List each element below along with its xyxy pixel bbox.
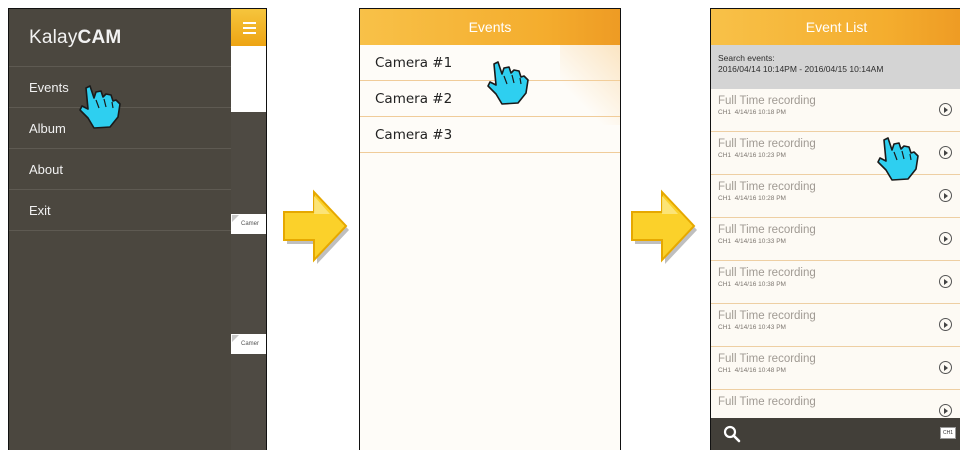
pointer-hand-icon xyxy=(79,85,121,129)
event-time: 4/14/16 10:33 PM xyxy=(734,238,786,245)
channel-label: CH1 xyxy=(942,430,953,436)
camera-preview xyxy=(231,354,266,450)
camera-item-3[interactable]: Camera #3 xyxy=(360,117,620,153)
play-circle-icon[interactable] xyxy=(939,404,952,417)
nav-drawer: Kalay CAM Events Album About Exit xyxy=(9,9,231,450)
search-icon[interactable] xyxy=(723,425,741,443)
camera-tile[interactable]: Camer xyxy=(231,214,266,234)
side-menu-screen: Kalay CAM Events Album About Exit Camer … xyxy=(8,8,267,450)
search-label: Search events: xyxy=(718,53,775,63)
event-meta: CH1 4/14/16 10:23 PM xyxy=(718,152,960,159)
event-title: Full Time recording xyxy=(718,138,816,150)
camera-label: Camera #1 xyxy=(375,54,453,71)
play-circle-icon[interactable] xyxy=(939,189,952,202)
app-logo: Kalay CAM xyxy=(9,9,231,67)
channel-button[interactable]: CH1 xyxy=(940,427,956,439)
event-channel: CH1 xyxy=(718,195,732,202)
event-title: Full Time recording xyxy=(718,353,816,365)
menu-item-label: Events xyxy=(29,79,69,95)
event-title: Full Time recording xyxy=(718,267,816,279)
event-channel: CH1 xyxy=(718,152,732,159)
pointer-hand-icon xyxy=(877,137,919,181)
event-meta: CH1 4/14/16 10:18 PM xyxy=(718,109,960,116)
logo-text: Kalay xyxy=(29,26,78,48)
event-row[interactable]: Full Time recording CH1 4/14/16 10:33 PM xyxy=(711,218,960,261)
page-title: Event List xyxy=(805,19,868,35)
event-time: 4/14/16 10:38 PM xyxy=(734,281,786,288)
event-channel: CH1 xyxy=(718,109,732,116)
event-row[interactable]: Full Time recording CH1 4/14/16 10:43 PM xyxy=(711,304,960,347)
event-time: 4/14/16 10:28 PM xyxy=(734,195,786,202)
event-channel: CH1 xyxy=(718,367,732,374)
camera-label: Camera #3 xyxy=(375,126,453,143)
event-meta: CH1 4/14/16 10:38 PM xyxy=(718,281,960,288)
page-title: Events xyxy=(468,19,512,35)
menu-item-exit[interactable]: Exit xyxy=(9,190,231,231)
event-title: Full Time recording xyxy=(718,224,816,236)
background-content: Camer Camer xyxy=(231,9,266,450)
camera-preview xyxy=(231,234,266,334)
hamburger-menu-icon[interactable] xyxy=(231,9,266,46)
event-meta: CH1 4/14/16 10:28 PM xyxy=(718,195,960,202)
pointer-hand-icon xyxy=(487,61,529,105)
event-title: Full Time recording xyxy=(718,396,816,408)
event-meta: CH1 4/14/16 10:48 PM xyxy=(718,367,960,374)
logo-mark: CAM xyxy=(77,26,122,48)
camera-tile[interactable]: Camer xyxy=(231,334,266,354)
event-meta: CH1 4/14/16 10:43 PM xyxy=(718,324,960,331)
event-time: 4/14/16 10:23 PM xyxy=(734,152,786,159)
content-strip xyxy=(231,46,266,112)
search-range: 2016/04/14 10:14PM - 2016/04/15 10:14AM xyxy=(718,64,884,74)
arrow-right-icon xyxy=(283,189,349,264)
event-time: 4/14/16 10:48 PM xyxy=(734,367,786,374)
event-title: Full Time recording xyxy=(718,310,816,322)
camera-preview xyxy=(231,112,266,214)
event-channel: CH1 xyxy=(718,324,732,331)
play-circle-icon[interactable] xyxy=(939,361,952,374)
event-list-header: Event List xyxy=(711,9,960,45)
camera-tile-label: Camer xyxy=(241,341,260,347)
menu-item-label: Album xyxy=(29,120,66,136)
event-meta: CH1 4/14/16 10:33 PM xyxy=(718,238,960,245)
play-circle-icon[interactable] xyxy=(939,232,952,245)
event-row[interactable]: Full Time recording CH1 4/14/16 10:28 PM xyxy=(711,175,960,218)
event-list-screen: Event List Search events: 2016/04/14 10:… xyxy=(710,8,960,450)
play-circle-icon[interactable] xyxy=(939,103,952,116)
event-title: Full Time recording xyxy=(718,95,816,107)
event-row[interactable]: Full Time recording CH1 4/14/16 10:48 PM xyxy=(711,347,960,390)
search-range-banner: Search events: 2016/04/14 10:14PM - 2016… xyxy=(711,45,960,89)
event-row[interactable]: Full Time recording CH1 4/14/16 10:23 PM xyxy=(711,132,960,175)
camera-label: Camera #2 xyxy=(375,90,453,107)
event-time: 4/14/16 10:43 PM xyxy=(734,324,786,331)
play-circle-icon[interactable] xyxy=(939,146,952,159)
menu-item-about[interactable]: About xyxy=(9,149,231,190)
play-circle-icon[interactable] xyxy=(939,275,952,288)
camera-tile-label: Camer xyxy=(241,221,260,227)
event-row[interactable]: Full Time recording CH1 4/14/16 10:18 PM xyxy=(711,89,960,132)
event-channel: CH1 xyxy=(718,238,732,245)
arrow-right-icon xyxy=(631,189,697,264)
event-channel: CH1 xyxy=(718,281,732,288)
event-row[interactable]: Full Time recording CH1 4/14/16 10:38 PM xyxy=(711,261,960,304)
bottom-toolbar: CH1 xyxy=(711,418,960,450)
event-title: Full Time recording xyxy=(718,181,816,193)
event-time: 4/14/16 10:18 PM xyxy=(734,109,786,116)
play-circle-icon[interactable] xyxy=(939,318,952,331)
menu-item-label: Exit xyxy=(29,202,51,218)
menu-item-label: About xyxy=(29,161,63,177)
events-header: Events xyxy=(360,9,620,45)
